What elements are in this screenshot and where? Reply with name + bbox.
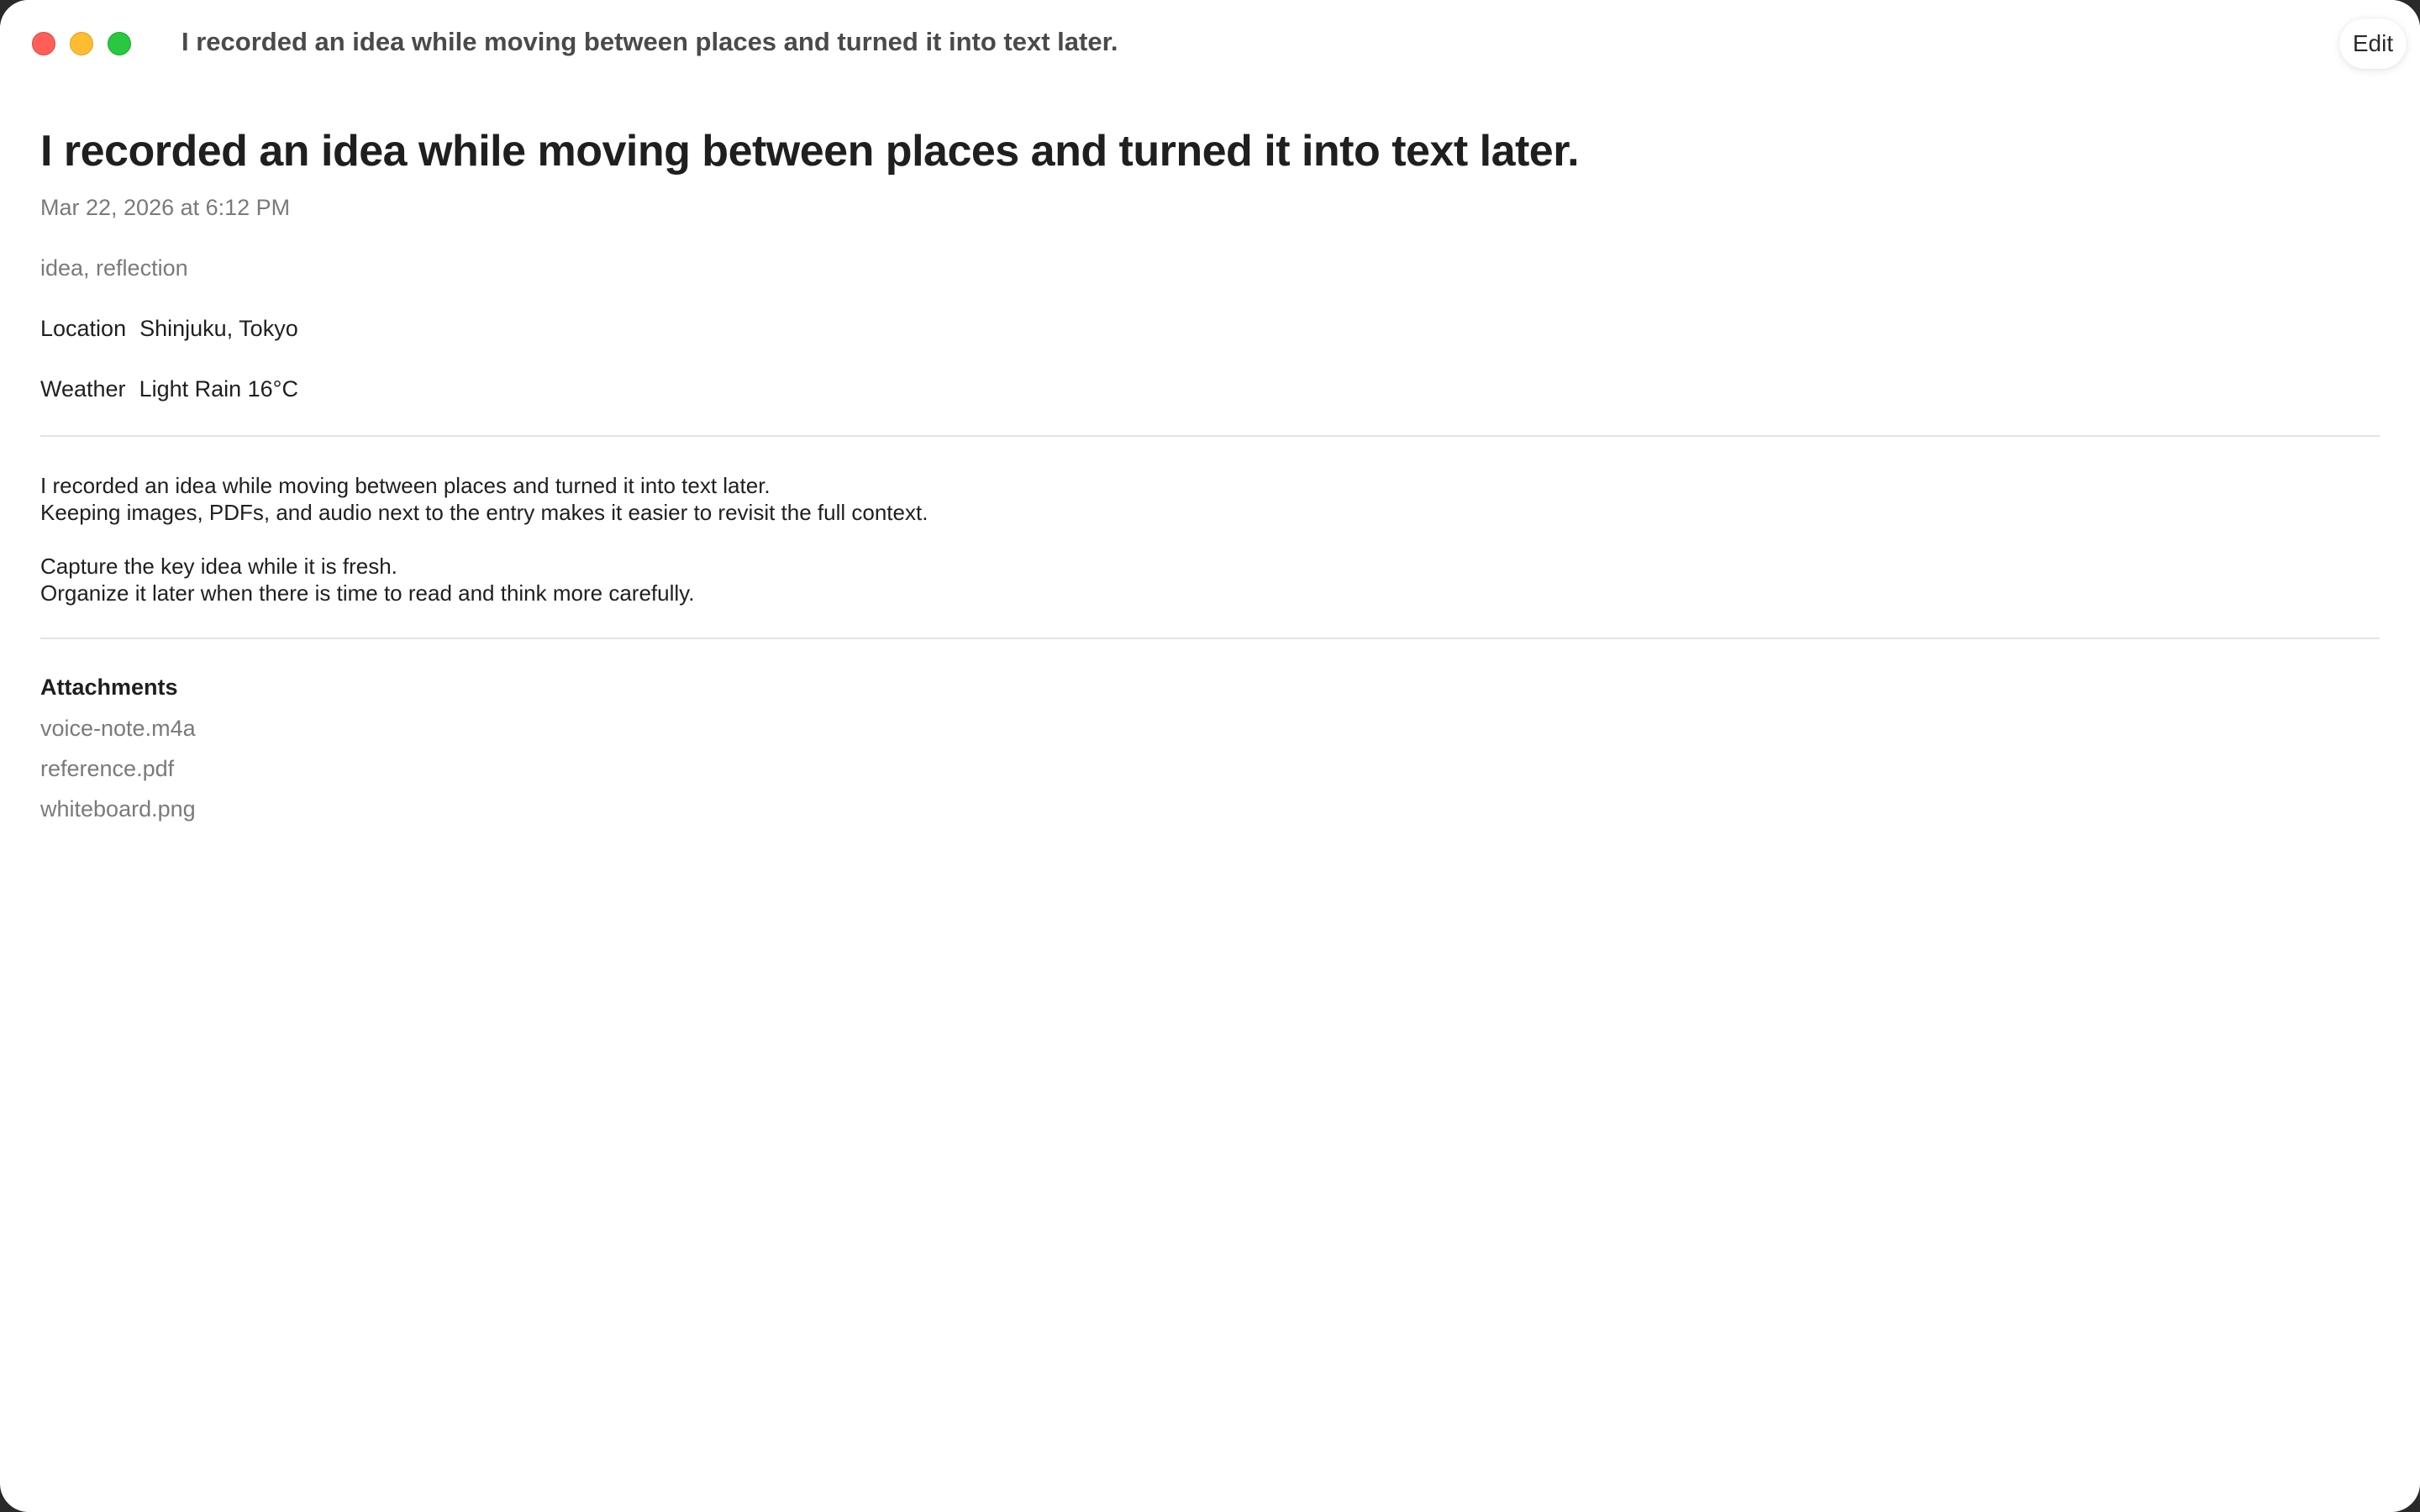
entry-title: I recorded an idea while moving between … [40,127,1580,176]
paragraph-break [40,526,928,553]
location-value: Shinjuku, Tokyo [139,316,298,341]
close-window-icon[interactable] [32,32,55,55]
entry-date: Mar 22, 2026 at 6:12 PM [40,195,291,220]
attachment-item[interactable]: whiteboard.png [40,795,196,835]
body-line: Keeping images, PDFs, and audio next to … [40,500,929,525]
weather-value: Light Rain 16°C [139,376,298,402]
weather-row: Weather Light Rain 16°C [40,376,298,402]
zoom-window-icon[interactable] [108,32,131,55]
window-titlebar: I recorded an idea while moving between … [0,0,2420,87]
attachments-list: voice-note.m4a reference.pdf whiteboard.… [40,714,196,835]
entry-tags: idea, reflection [40,255,188,281]
location-row: Location Shinjuku, Tokyo [40,316,298,342]
attachment-item[interactable]: reference.pdf [40,754,196,795]
body-line: Capture the key idea while it is fresh. [40,554,397,579]
weather-label: Weather [40,376,126,402]
window-title: I recorded an idea while moving between … [182,27,1118,56]
edit-button[interactable]: Edit [2339,18,2407,69]
entry-body: I recorded an idea while moving between … [40,472,928,606]
body-line: I recorded an idea while moving between … [40,473,771,498]
divider [40,435,2380,437]
attachments-heading: Attachments [40,675,178,700]
minimize-window-icon[interactable] [70,32,93,55]
divider [40,638,2380,639]
attachment-item[interactable]: voice-note.m4a [40,714,196,754]
journal-entry-window: I recorded an idea while moving between … [0,0,2420,1512]
location-label: Location [40,316,127,341]
body-line: Organize it later when there is time to … [40,580,695,606]
